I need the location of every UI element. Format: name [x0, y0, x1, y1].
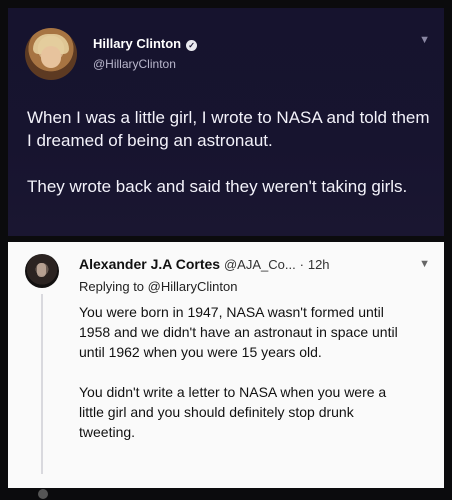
timestamp[interactable]: 12h — [308, 257, 330, 272]
avatar[interactable] — [25, 254, 59, 288]
tweet-text: When I was a little girl, I wrote to NAS… — [27, 106, 437, 198]
next-tweet-avatar-peek — [38, 489, 48, 499]
reply-paragraph: You were born in 1947, NASA wasn't forme… — [79, 304, 398, 360]
tweet-paragraph: When I was a little girl, I wrote to NAS… — [27, 108, 430, 150]
replying-to-handle[interactable]: @HillaryClinton — [148, 279, 238, 294]
separator: · — [299, 257, 304, 272]
reply-author-name[interactable]: Alexander J.A Cortes — [79, 256, 220, 272]
reply-author-handle[interactable]: @AJA_Co... — [224, 257, 296, 272]
screenshot-frame: Hillary Clinton ✓ @HillaryClinton ▼ When … — [0, 0, 452, 500]
avatar-face — [41, 46, 61, 68]
avatar-face — [37, 263, 46, 277]
replying-to: Replying to @HillaryClinton — [79, 279, 237, 294]
thread-line — [41, 294, 43, 474]
reply-paragraph: You didn't write a letter to NASA when y… — [79, 384, 387, 440]
tweet-paragraph: They wrote back and said they weren't ta… — [27, 177, 408, 196]
reply-header: Alexander J.A Cortes @AJA_Co... · 12h — [79, 256, 424, 272]
reply-text: You were born in 1947, NASA wasn't forme… — [79, 302, 409, 442]
original-tweet[interactable]: Hillary Clinton ✓ @HillaryClinton ▼ When … — [8, 8, 444, 236]
reply-tweet[interactable]: Alexander J.A Cortes @AJA_Co... · 12h ▼ … — [8, 242, 444, 488]
author-name-text: Hillary Clinton — [93, 36, 182, 51]
chevron-down-icon[interactable]: ▼ — [419, 258, 430, 270]
chevron-down-icon[interactable]: ▼ — [419, 34, 430, 46]
author-name[interactable]: Hillary Clinton ✓ — [93, 36, 198, 51]
avatar[interactable] — [25, 28, 77, 80]
replying-to-label: Replying to — [79, 279, 145, 294]
author-handle[interactable]: @HillaryClinton — [93, 57, 176, 71]
verified-icon: ✓ — [186, 40, 198, 51]
